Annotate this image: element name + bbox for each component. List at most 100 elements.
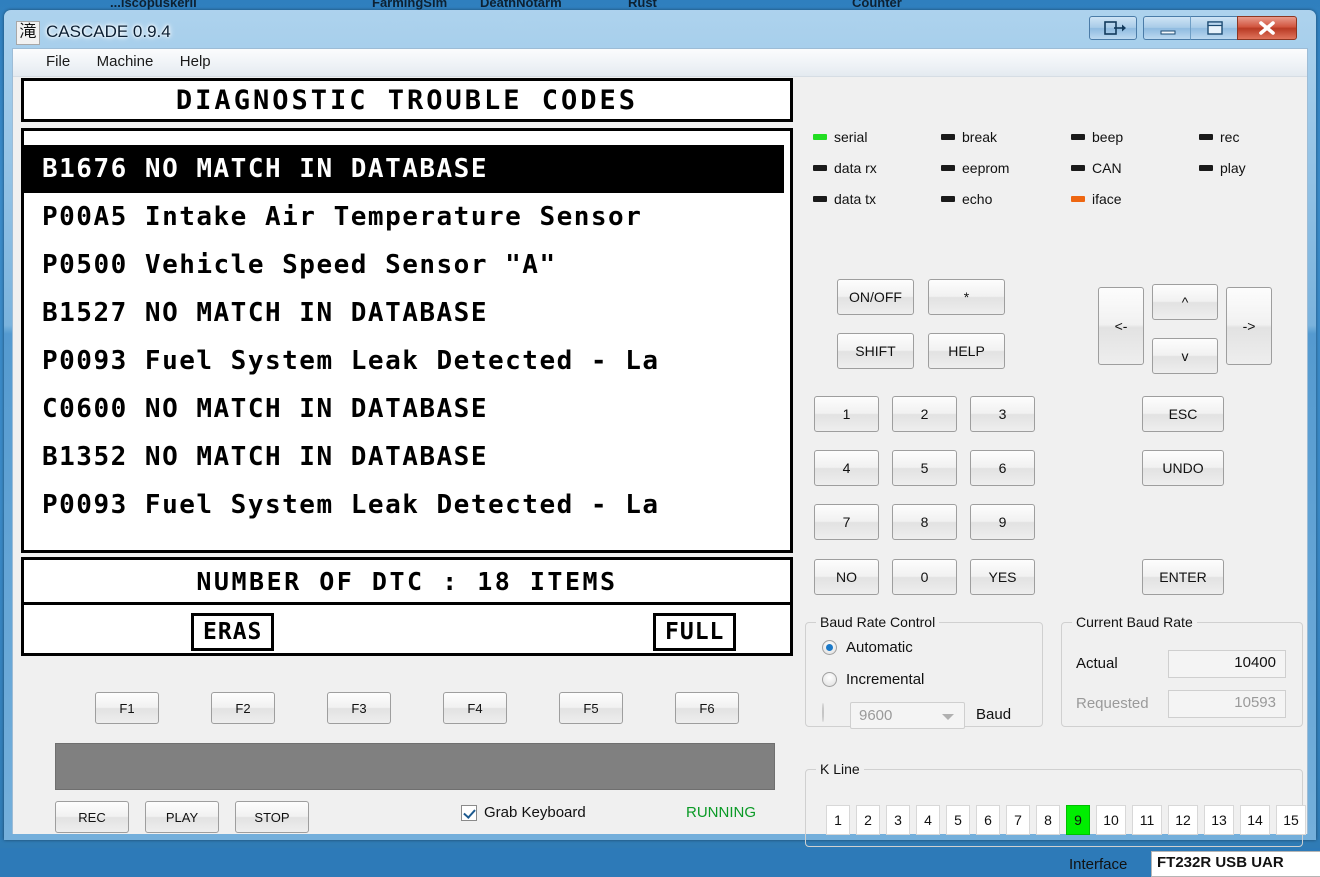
- k-line-cell-10[interactable]: 10: [1096, 805, 1126, 835]
- dtc-row[interactable]: P0500 Vehicle Speed Sensor "A": [24, 241, 790, 289]
- application-window: 滝 CASCADE 0.9.4 File Machine Help DIAGNO…: [4, 10, 1320, 877]
- key-arrow-left[interactable]: <-: [1098, 287, 1144, 365]
- dtc-row[interactable]: B1527 NO MATCH IN DATABASE: [24, 289, 790, 337]
- radio-automatic[interactable]: Automatic: [822, 639, 913, 656]
- k-line-cell-2[interactable]: 2: [856, 805, 880, 835]
- key-1[interactable]: 1: [814, 396, 879, 432]
- grab-keyboard-checkbox[interactable]: Grab Keyboard: [461, 804, 586, 821]
- lcd-title-panel: DIAGNOSTIC TROUBLE CODES: [21, 78, 793, 122]
- baud-select[interactable]: 9600: [850, 702, 965, 729]
- dtc-row[interactable]: P0093 Fuel System Leak Detected - La: [24, 337, 790, 385]
- stop-button[interactable]: STOP: [235, 801, 309, 833]
- k-line-cell-14[interactable]: 14: [1240, 805, 1270, 835]
- chevron-down-icon[interactable]: [942, 714, 954, 720]
- k-line-cell-1[interactable]: 1: [826, 805, 850, 835]
- key-shift[interactable]: SHIFT: [837, 333, 914, 369]
- k-line-cell-9[interactable]: 9: [1066, 805, 1090, 835]
- key-esc[interactable]: ESC: [1142, 396, 1224, 432]
- radio-automatic-icon[interactable]: [822, 640, 837, 655]
- dtc-row[interactable]: B1676 NO MATCH IN DATABASE: [24, 145, 784, 193]
- k-line-cell-11[interactable]: 11: [1132, 805, 1162, 835]
- grab-keyboard-label: Grab Keyboard: [484, 804, 586, 821]
- k-line-cell-15[interactable]: 15: [1276, 805, 1306, 835]
- status-led: serial: [813, 129, 867, 145]
- status-led: data rx: [813, 160, 877, 176]
- status-led: beep: [1071, 129, 1123, 145]
- lcd-display: DIAGNOSTIC TROUBLE CODES B1676 NO MATCH …: [21, 78, 793, 658]
- key-yes[interactable]: YES: [970, 559, 1035, 595]
- actual-label: Actual: [1076, 655, 1118, 672]
- led-label: echo: [962, 191, 993, 207]
- play-button[interactable]: PLAY: [145, 801, 219, 833]
- k-line-cell-6[interactable]: 6: [976, 805, 1000, 835]
- key-arrow-up[interactable]: ^: [1152, 284, 1218, 320]
- current-baud-rate-title: Current Baud Rate: [1072, 614, 1197, 630]
- function-key-f1[interactable]: F1: [95, 692, 159, 724]
- k-line-cell-8[interactable]: 8: [1036, 805, 1060, 835]
- dtc-row[interactable]: P0093 Fuel System Leak Detected - La: [24, 481, 790, 529]
- radio-fixed[interactable]: [822, 703, 824, 722]
- key-8[interactable]: 8: [892, 504, 957, 540]
- key-0[interactable]: 0: [892, 559, 957, 595]
- status-led: rec: [1199, 129, 1239, 145]
- maximize-icon[interactable]: [1190, 16, 1238, 40]
- function-key-f5[interactable]: F5: [559, 692, 623, 724]
- dtc-list[interactable]: B1676 NO MATCH IN DATABASE P00A5 Intake A…: [21, 128, 793, 553]
- led-indicator-icon: [813, 196, 827, 202]
- dtc-row[interactable]: B1352 NO MATCH IN DATABASE: [24, 433, 790, 481]
- record-button[interactable]: REC: [55, 801, 129, 833]
- k-line-cell-5[interactable]: 5: [946, 805, 970, 835]
- dtc-row[interactable]: P00A5 Intake Air Temperature Sensor: [24, 193, 790, 241]
- minimize-icon[interactable]: [1143, 16, 1191, 40]
- menu-file[interactable]: File: [35, 49, 81, 74]
- export-icon[interactable]: [1089, 16, 1137, 40]
- key-no[interactable]: NO: [814, 559, 879, 595]
- k-line-cell-13[interactable]: 13: [1204, 805, 1234, 835]
- led-indicator-icon: [941, 196, 955, 202]
- key-undo[interactable]: UNDO: [1142, 450, 1224, 486]
- function-key-f2[interactable]: F2: [211, 692, 275, 724]
- key-7[interactable]: 7: [814, 504, 879, 540]
- k-line-cell-4[interactable]: 4: [916, 805, 940, 835]
- k-line-cell-7[interactable]: 7: [1006, 805, 1030, 835]
- desktop-icon-label: Rust: [628, 0, 657, 10]
- baud-select-value: 9600: [859, 707, 893, 724]
- desktop-icon-label: FarmingSim: [372, 0, 448, 10]
- key-arrow-down[interactable]: v: [1152, 338, 1218, 374]
- key-onoff[interactable]: ON/OFF: [837, 279, 914, 315]
- radio-incremental[interactable]: Incremental: [822, 671, 924, 688]
- menu-help[interactable]: Help: [169, 49, 222, 74]
- status-led: eeprom: [941, 160, 1009, 176]
- dtc-row[interactable]: C0600 NO MATCH IN DATABASE: [24, 385, 790, 433]
- function-key-f4[interactable]: F4: [443, 692, 507, 724]
- key-4[interactable]: 4: [814, 450, 879, 486]
- k-line-cell-3[interactable]: 3: [886, 805, 910, 835]
- softkey-full[interactable]: FULL: [653, 613, 737, 651]
- key-arrow-right[interactable]: ->: [1226, 287, 1272, 365]
- interface-label: Interface: [1069, 856, 1128, 873]
- baud-rate-control-group: Baud Rate Control Automatic Incremental …: [805, 614, 1043, 729]
- key-2[interactable]: 2: [892, 396, 957, 432]
- k-line-cell-12[interactable]: 12: [1168, 805, 1198, 835]
- title-bar[interactable]: 滝 CASCADE 0.9.4: [4, 10, 1316, 50]
- key-5[interactable]: 5: [892, 450, 957, 486]
- key-3[interactable]: 3: [970, 396, 1035, 432]
- progress-bar: [55, 743, 775, 790]
- key-6[interactable]: 6: [970, 450, 1035, 486]
- key-star[interactable]: *: [928, 279, 1005, 315]
- softkey-erase[interactable]: ERAS: [191, 613, 275, 651]
- k-line-group: K Line 1 2 3 4 5 6 7 8 9 10 11 12 13 14 15: [805, 761, 1306, 847]
- function-key-f3[interactable]: F3: [327, 692, 391, 724]
- actual-value: 10400: [1168, 650, 1286, 678]
- radio-fixed-icon[interactable]: [822, 703, 824, 722]
- radio-incremental-icon[interactable]: [822, 672, 837, 687]
- key-enter[interactable]: ENTER: [1142, 559, 1224, 595]
- menu-machine[interactable]: Machine: [86, 49, 165, 74]
- led-label: data rx: [834, 160, 877, 176]
- key-9[interactable]: 9: [970, 504, 1035, 540]
- function-key-f6[interactable]: F6: [675, 692, 739, 724]
- close-icon[interactable]: [1237, 16, 1297, 40]
- led-label: data tx: [834, 191, 877, 207]
- checkbox-icon[interactable]: [461, 804, 477, 821]
- key-help[interactable]: HELP: [928, 333, 1005, 369]
